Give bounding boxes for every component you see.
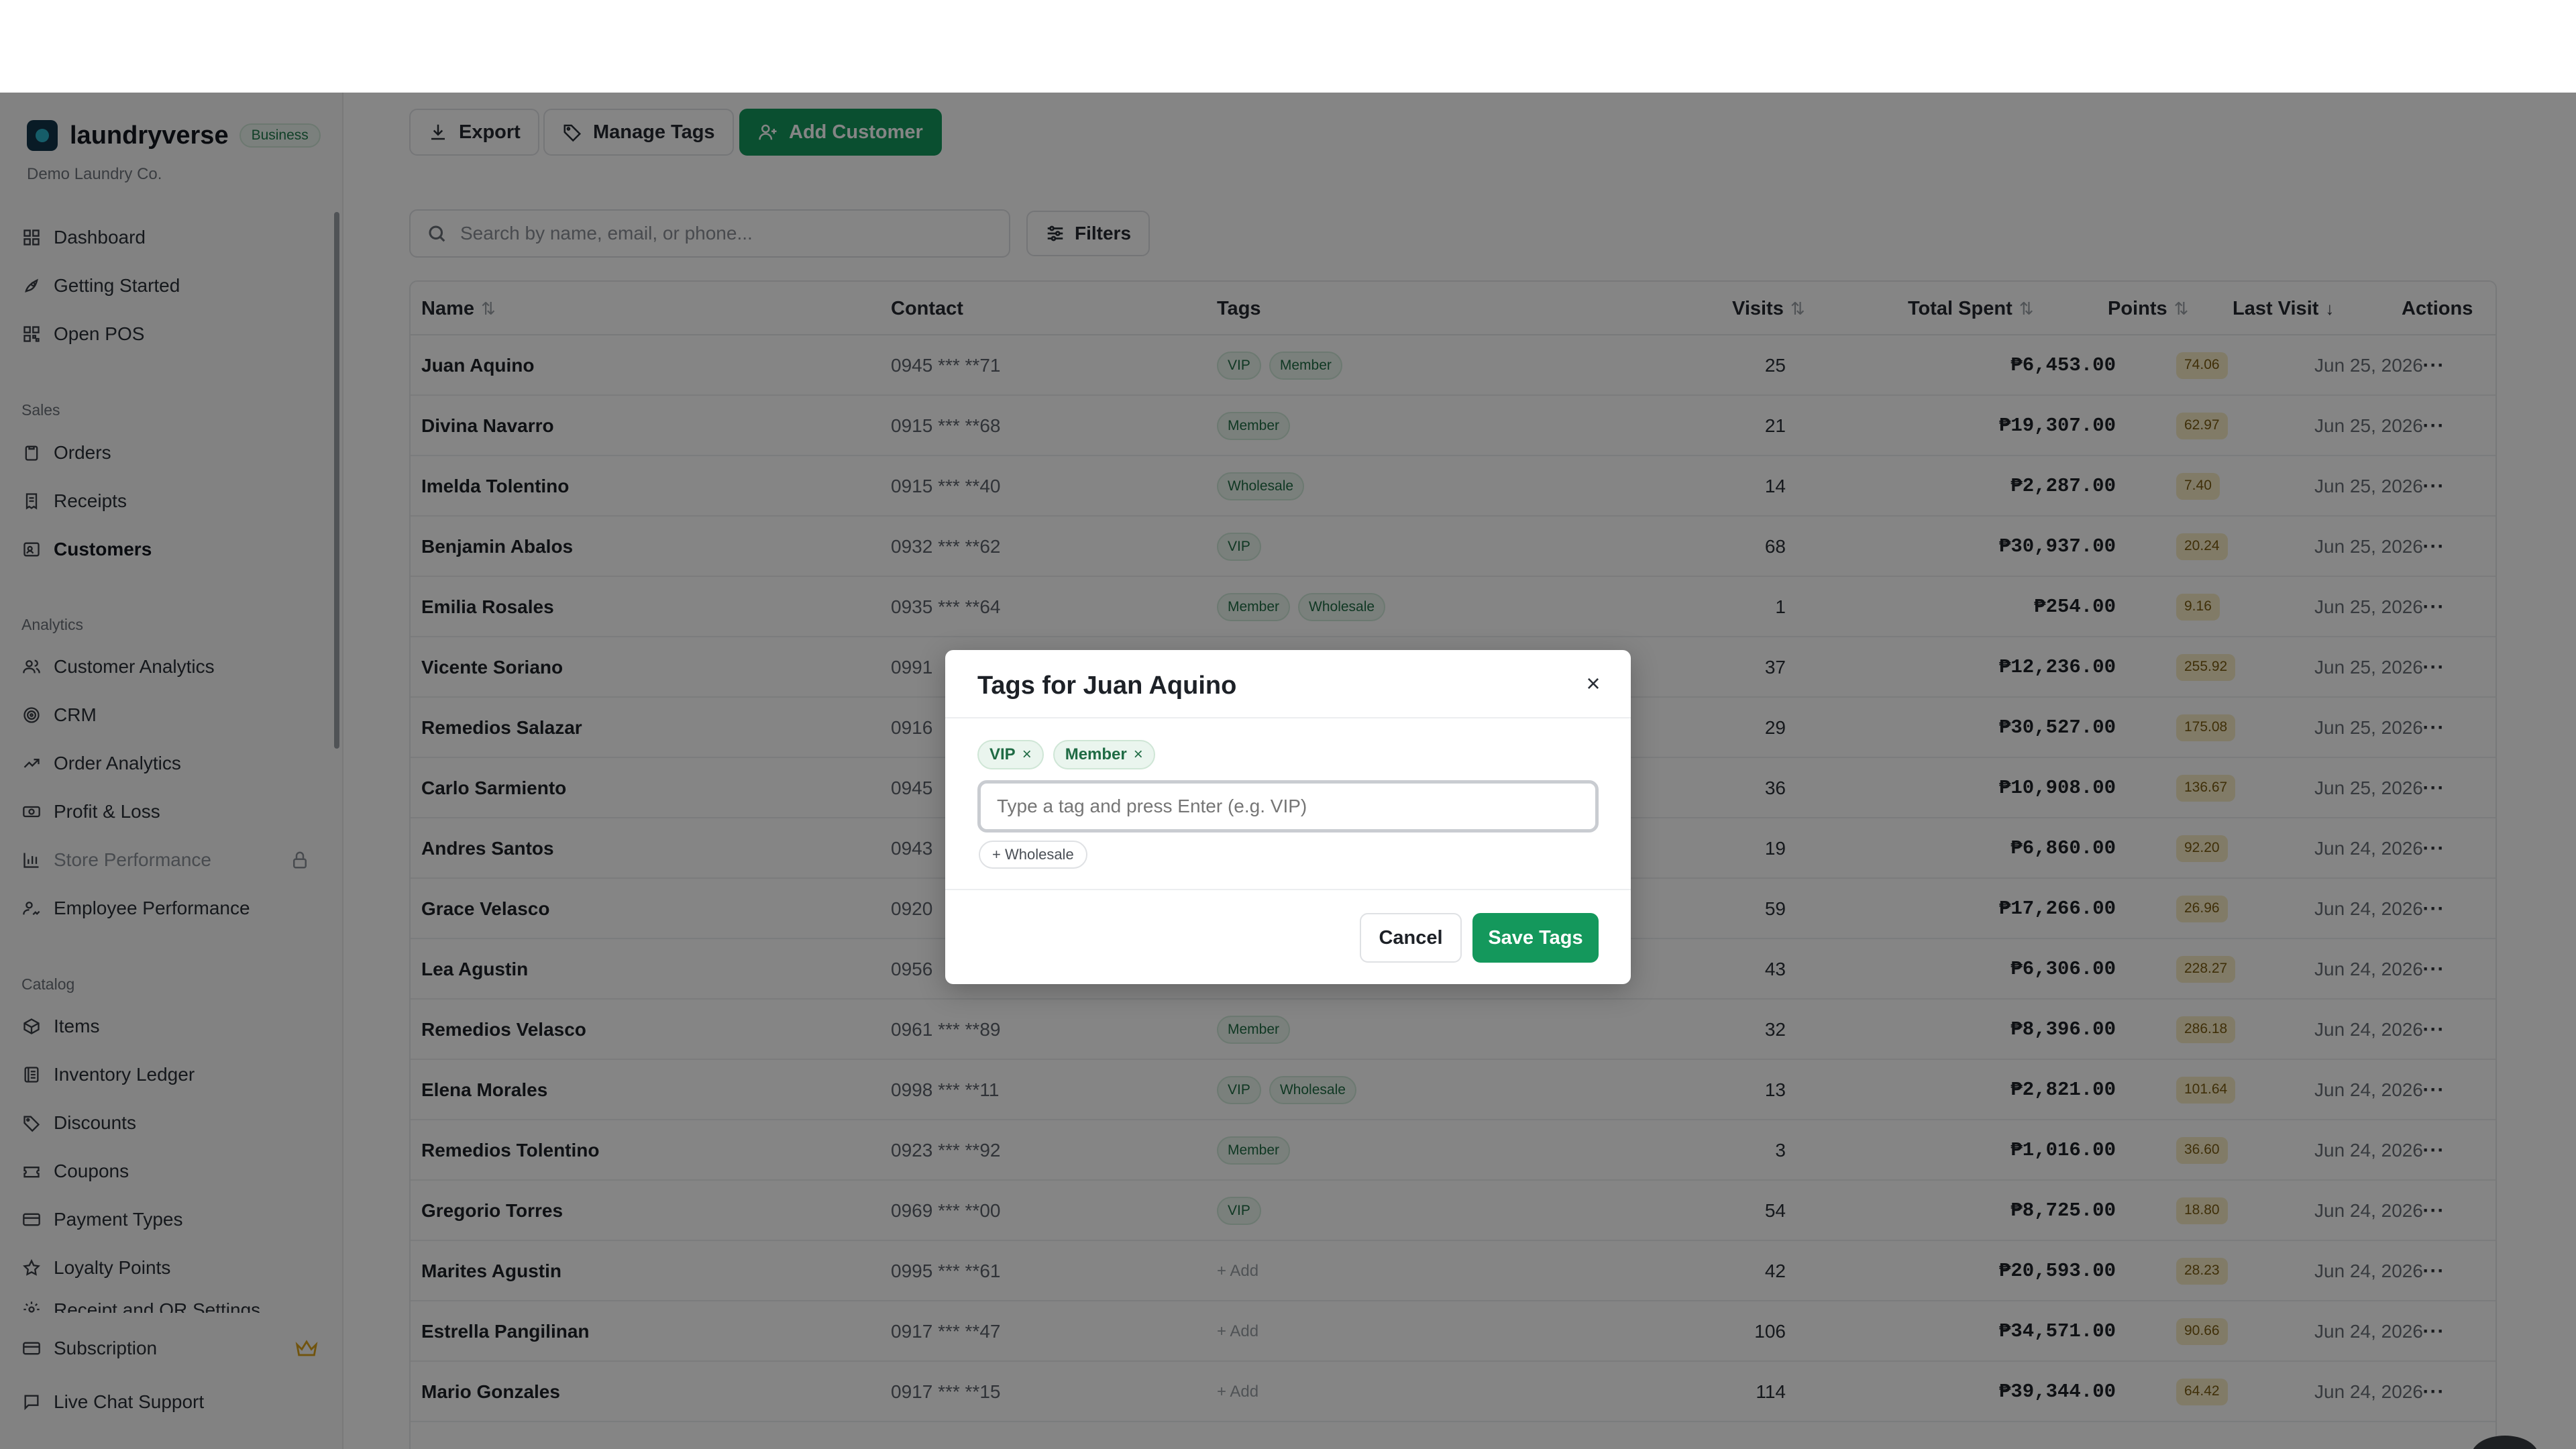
- remove-tag-icon[interactable]: ×: [1134, 741, 1143, 768]
- top-bar: [0, 0, 2576, 93]
- modal-divider: [945, 889, 1631, 890]
- modal-divider: [945, 717, 1631, 718]
- selected-tag-chip: Member ×: [1053, 740, 1155, 769]
- selected-tag-chip: VIP ×: [977, 740, 1044, 769]
- save-tags-button[interactable]: Save Tags: [1472, 913, 1599, 963]
- suggested-tag-wholesale[interactable]: + Wholesale: [979, 841, 1087, 869]
- remove-tag-icon[interactable]: ×: [1022, 741, 1032, 768]
- selected-tags: VIP × Member ×: [977, 740, 1165, 769]
- cancel-button[interactable]: Cancel: [1360, 913, 1462, 963]
- chip-label: Member: [1065, 745, 1127, 763]
- tag-input[interactable]: [977, 780, 1599, 833]
- chip-label: VIP: [989, 745, 1016, 763]
- tags-modal: Tags for Juan Aquino × VIP × Member × + Who…: [945, 650, 1631, 984]
- modal-title: Tags for Juan Aquino: [977, 672, 1237, 700]
- close-icon[interactable]: ×: [1580, 670, 1607, 697]
